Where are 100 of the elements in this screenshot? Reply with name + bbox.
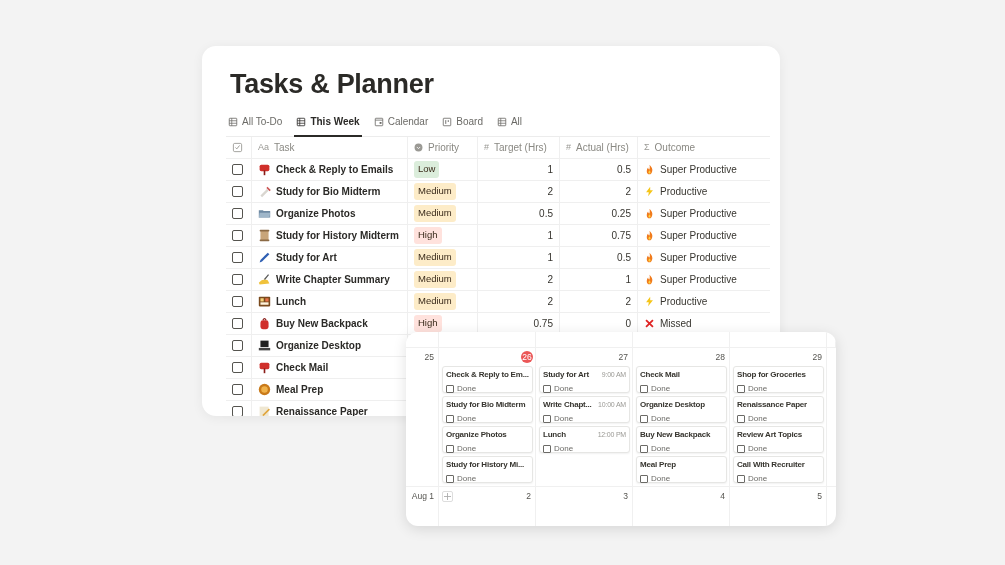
task-name[interactable]: Buy New Backpack xyxy=(276,316,368,331)
checkbox[interactable] xyxy=(232,318,243,329)
checkbox-label: Done xyxy=(748,443,768,455)
event-title: Check Mail xyxy=(640,369,680,381)
checkbox[interactable] xyxy=(232,208,243,219)
checkbox[interactable] xyxy=(640,385,648,393)
task-name[interactable]: Meal Prep xyxy=(276,382,324,397)
checkbox[interactable] xyxy=(446,385,454,393)
checkbox-label: Done xyxy=(748,473,768,485)
event-title: Buy New Backpack xyxy=(640,429,711,441)
column-header: Target (Hrs) xyxy=(494,141,547,155)
checkbox[interactable] xyxy=(232,230,243,241)
day-number: 27 xyxy=(618,350,629,364)
task-name[interactable]: Study for Art xyxy=(276,250,337,265)
view-tab[interactable]: Calendar xyxy=(371,110,431,137)
checkbox-label: Done xyxy=(457,443,477,455)
event-card[interactable]: Renaissance Paper Done xyxy=(733,396,824,423)
checkbox[interactable] xyxy=(232,362,243,373)
mailbox-icon xyxy=(258,361,271,374)
actual-hours: 0.75 xyxy=(611,229,631,243)
outcome-text: Super Productive xyxy=(660,229,737,243)
task-name[interactable]: Lunch xyxy=(276,294,306,309)
checkbox[interactable] xyxy=(232,252,243,263)
checkbox[interactable] xyxy=(232,274,243,285)
checkbox-header-icon xyxy=(232,142,243,153)
event-card[interactable]: Check & Reply to Em... Done xyxy=(442,366,533,393)
checkbox[interactable] xyxy=(446,475,454,483)
event-title: Shop for Groceries xyxy=(737,369,806,381)
checkbox-label: Done xyxy=(651,473,671,485)
target-hours: 2 xyxy=(547,295,553,309)
checkbox[interactable] xyxy=(737,475,745,483)
view-tab[interactable]: This Week xyxy=(294,110,362,137)
checkbox[interactable] xyxy=(543,445,551,453)
day-number: 4 xyxy=(720,489,726,503)
day-number: Aug 1 xyxy=(411,489,435,503)
task-name[interactable]: Organize Photos xyxy=(276,206,356,221)
actual-hours: 2 xyxy=(625,185,631,199)
view-tab[interactable]: All To-Do xyxy=(226,110,285,137)
checkbox-label: Done xyxy=(554,383,574,395)
lightning-icon xyxy=(644,296,655,307)
event-card[interactable]: Call With Recruiter Done xyxy=(733,456,824,483)
event-title: Study for Bio Midterm xyxy=(446,399,526,411)
priority-tag: High xyxy=(414,227,442,244)
task-name[interactable]: Study for History Midterm xyxy=(276,228,399,243)
checkbox[interactable] xyxy=(232,186,243,197)
event-card[interactable]: Organize Photos Done xyxy=(442,426,533,453)
task-name[interactable]: Organize Desktop xyxy=(276,338,362,353)
checkbox[interactable] xyxy=(737,385,745,393)
folder-icon xyxy=(258,207,271,220)
event-card[interactable]: Study for History Mi... Done xyxy=(442,456,533,483)
view-tab[interactable]: All xyxy=(494,110,525,137)
task-name[interactable]: Study for Bio Midterm xyxy=(276,184,381,199)
priority-tag: Medium xyxy=(414,205,456,222)
checkbox[interactable] xyxy=(737,415,745,423)
target-hours: 0.5 xyxy=(539,207,553,221)
event-card[interactable]: Meal Prep Done xyxy=(636,456,727,483)
event-card[interactable]: Buy New Backpack Done xyxy=(636,426,727,453)
checkbox[interactable] xyxy=(446,415,454,423)
checkbox[interactable] xyxy=(640,445,648,453)
checkbox[interactable] xyxy=(543,415,551,423)
task-name[interactable]: Check & Reply to Emails xyxy=(276,162,394,177)
checkbox[interactable] xyxy=(543,385,551,393)
checkbox[interactable] xyxy=(737,445,745,453)
column-type-icon: # xyxy=(484,140,489,155)
column-header: Actual (Hrs) xyxy=(576,141,629,155)
syringe-icon xyxy=(258,185,271,198)
checkbox-label: Done xyxy=(748,383,768,395)
cross-icon xyxy=(644,318,655,329)
column-header: Task xyxy=(274,141,295,155)
outcome-text: Productive xyxy=(660,185,708,199)
priority-tag: Low xyxy=(414,161,440,178)
column-type-icon: Aa xyxy=(258,140,269,155)
checkbox[interactable] xyxy=(232,406,243,416)
task-name[interactable]: Check Mail xyxy=(276,360,329,375)
task-name[interactable]: Write Chapter Summary xyxy=(276,272,390,287)
view-tab[interactable]: Board xyxy=(440,110,485,137)
checkbox[interactable] xyxy=(232,164,243,175)
checkbox[interactable] xyxy=(446,445,454,453)
column-type-icon: # xyxy=(566,140,571,155)
fire-icon xyxy=(644,274,655,285)
checkbox[interactable] xyxy=(232,340,243,351)
event-card[interactable]: Organize Desktop Done xyxy=(636,396,727,423)
event-card[interactable]: Shop for Groceries Done xyxy=(733,366,824,393)
checkbox-label: Done xyxy=(457,473,477,485)
event-card[interactable]: Review Art Topics Done xyxy=(733,426,824,453)
outcome-text: Super Productive xyxy=(660,273,737,287)
event-title: Organize Photos xyxy=(446,429,507,441)
event-card[interactable]: Check Mail Done xyxy=(636,366,727,393)
priority-tag: Medium xyxy=(414,249,456,266)
event-card[interactable]: Study for Bio Midterm Done xyxy=(442,396,533,423)
checkbox-label: Done xyxy=(651,413,671,425)
checkbox[interactable] xyxy=(232,384,243,395)
fire-icon xyxy=(644,164,655,175)
checkbox[interactable] xyxy=(232,296,243,307)
bento-icon xyxy=(258,295,271,308)
outcome-text: Super Productive xyxy=(660,207,737,221)
checkbox-label: Done xyxy=(748,413,768,425)
checkbox[interactable] xyxy=(640,415,648,423)
day-number: 3 xyxy=(623,489,629,503)
checkbox[interactable] xyxy=(640,475,648,483)
